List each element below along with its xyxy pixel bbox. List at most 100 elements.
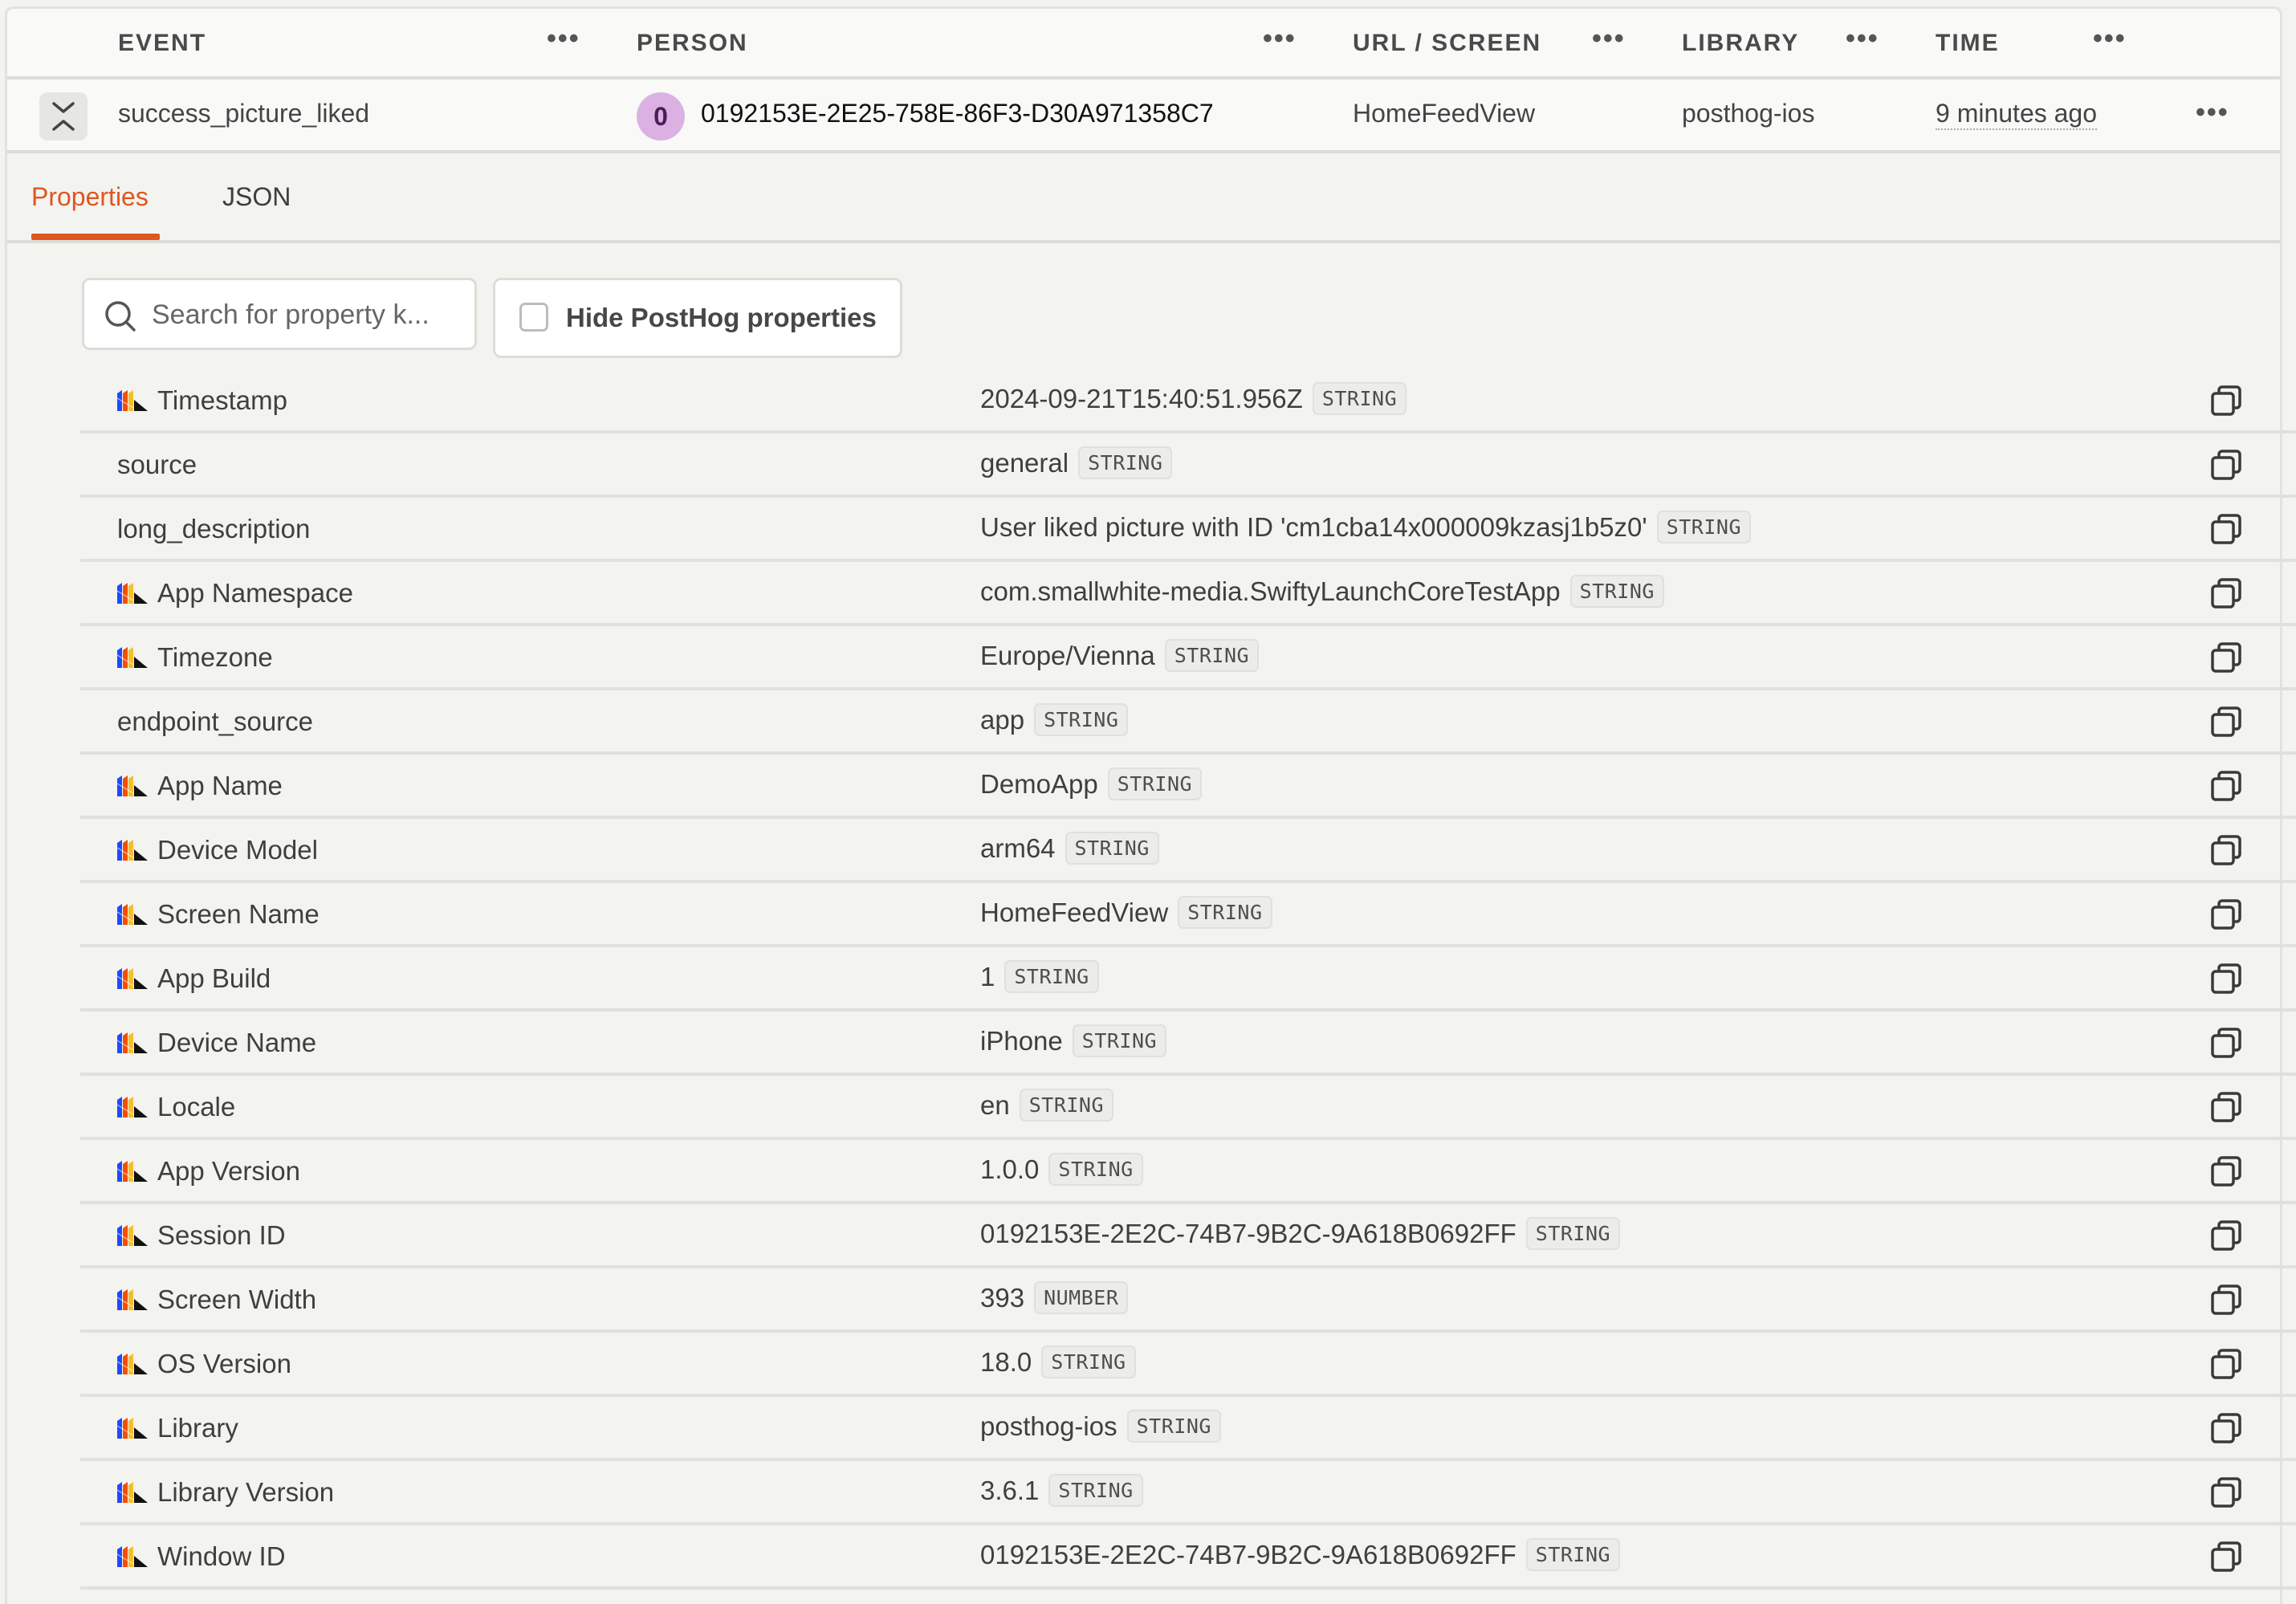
- copy-value-button[interactable]: [2209, 512, 2245, 548]
- property-value: 0192153E-2E2C-74B7-9B2C-9A618B0692FF STRI…: [980, 1217, 1621, 1250]
- row-actions-icon[interactable]: •••: [2196, 97, 2229, 128]
- copy-value-button[interactable]: [2209, 1476, 2245, 1511]
- property-key: App Build: [117, 963, 271, 994]
- property-row: App Namespace com.smallwhite-media.Swifty…: [80, 562, 2296, 626]
- column-menu-library-icon[interactable]: •••: [1846, 23, 1879, 55]
- property-value-text[interactable]: 18.0: [980, 1347, 1032, 1378]
- posthog-logo-icon: [117, 1032, 148, 1053]
- property-key: Library Version: [117, 1477, 334, 1508]
- property-type-badge: STRING: [1072, 1024, 1167, 1057]
- copy-value-button[interactable]: [2209, 769, 2245, 804]
- property-value-text[interactable]: posthog-ios: [980, 1411, 1117, 1442]
- copy-value-button[interactable]: [2209, 833, 2245, 869]
- property-value-text[interactable]: iPhone: [980, 1026, 1063, 1056]
- property-type-badge: STRING: [1078, 446, 1173, 479]
- property-key: Device Name: [117, 1028, 316, 1058]
- property-row: Device Name iPhone STRING: [80, 1012, 2296, 1076]
- hide-posthog-properties-toggle[interactable]: Hide PostHog properties: [493, 278, 902, 358]
- person-id-link[interactable]: 0192153E-2E25-758E-86F3-D30A971358C7: [701, 99, 1214, 128]
- copy-value-button[interactable]: [2209, 1090, 2245, 1126]
- copy-value-button[interactable]: [2209, 641, 2245, 676]
- property-value-text[interactable]: app: [980, 705, 1024, 735]
- property-key-label: App Name: [157, 771, 283, 800]
- property-type-badge: STRING: [1569, 575, 1664, 608]
- property-key-label: Timestamp: [157, 385, 287, 415]
- property-value-text[interactable]: Europe/Vienna: [980, 641, 1155, 671]
- property-key: Device Model: [117, 835, 318, 865]
- copy-value-button[interactable]: [2209, 1283, 2245, 1318]
- property-value-text[interactable]: 0192153E-2E2C-74B7-9B2C-9A618B0692FF: [980, 1540, 1516, 1570]
- property-key: Timezone: [117, 642, 273, 673]
- hide-posthog-label: Hide PostHog properties: [566, 303, 877, 332]
- property-type-badge: STRING: [1034, 703, 1129, 736]
- property-key: Window ID: [117, 1541, 286, 1572]
- property-value: 1 STRING: [980, 960, 1099, 993]
- posthog-logo-icon: [117, 1482, 148, 1503]
- property-type-badge: STRING: [1656, 511, 1752, 543]
- property-value-text[interactable]: 393: [980, 1283, 1024, 1313]
- column-header-url-screen[interactable]: URL / SCREEN: [1353, 30, 1541, 57]
- property-type-badge: STRING: [1525, 1538, 1621, 1571]
- property-value-text[interactable]: en: [980, 1090, 1010, 1121]
- copy-value-button[interactable]: [2209, 1154, 2245, 1190]
- search-input[interactable]: [150, 295, 471, 335]
- copy-value-button[interactable]: [2209, 962, 2245, 997]
- column-menu-time-icon[interactable]: •••: [2093, 23, 2127, 55]
- column-menu-url-screen-icon[interactable]: •••: [1592, 23, 1626, 55]
- copy-icon: [2211, 385, 2241, 416]
- column-menu-person-icon[interactable]: •••: [1263, 23, 1297, 55]
- person-avatar[interactable]: 0: [637, 92, 685, 140]
- property-value-text[interactable]: User liked picture with ID 'cm1cba14x000…: [980, 512, 1647, 543]
- property-key-label: Screen Name: [157, 899, 320, 929]
- copy-value-button[interactable]: [2209, 384, 2245, 419]
- property-value-text[interactable]: 2024-09-21T15:40:51.956Z: [980, 384, 1303, 414]
- property-search[interactable]: [82, 278, 477, 350]
- property-value-text[interactable]: 3.6.1: [980, 1476, 1039, 1506]
- property-key-label: App Build: [157, 963, 271, 993]
- property-value-text[interactable]: general: [980, 448, 1069, 478]
- property-value-text[interactable]: 1.0.0: [980, 1154, 1039, 1185]
- property-type-badge: STRING: [1048, 1474, 1143, 1507]
- copy-value-button[interactable]: [2209, 448, 2245, 483]
- copy-value-button[interactable]: [2209, 1540, 2245, 1575]
- property-key-label: Window ID: [157, 1541, 286, 1571]
- property-value-text[interactable]: arm64: [980, 833, 1056, 864]
- property-value-text[interactable]: 1: [980, 962, 995, 992]
- posthog-logo-icon: [117, 1418, 148, 1439]
- property-value: User liked picture with ID 'cm1cba14x000…: [980, 511, 1752, 543]
- property-row: source general STRING: [80, 434, 2296, 498]
- column-header-library[interactable]: LIBRARY: [1682, 30, 1799, 57]
- property-value-text[interactable]: 0192153E-2E2C-74B7-9B2C-9A618B0692FF: [980, 1219, 1516, 1249]
- copy-icon: [2211, 1220, 2241, 1251]
- collapse-row-button[interactable]: [39, 92, 88, 140]
- tab-properties[interactable]: Properties: [31, 182, 149, 212]
- property-type-badge: STRING: [1126, 1410, 1221, 1443]
- property-type-badge: STRING: [1178, 896, 1272, 929]
- collapse-chevrons-icon: [52, 102, 75, 131]
- property-value: 2024-09-21T15:40:51.956Z STRING: [980, 382, 1407, 415]
- copy-value-button[interactable]: [2209, 705, 2245, 740]
- property-key: App Version: [117, 1156, 300, 1187]
- property-type-badge: STRING: [1312, 382, 1407, 415]
- event-row[interactable]: success_picture_liked 0 0192153E-2E25-75…: [7, 79, 2280, 153]
- column-menu-event-icon[interactable]: •••: [547, 23, 580, 55]
- property-value: Europe/Vienna STRING: [980, 639, 1260, 672]
- column-header-event[interactable]: EVENT: [118, 30, 206, 57]
- property-value-text[interactable]: HomeFeedView: [980, 898, 1168, 928]
- copy-value-button[interactable]: [2209, 1026, 2245, 1061]
- event-time[interactable]: 9 minutes ago: [1936, 99, 2098, 130]
- tab-json[interactable]: JSON: [222, 182, 291, 212]
- column-header-person[interactable]: PERSON: [637, 30, 748, 57]
- copy-value-button[interactable]: [2209, 576, 2245, 612]
- copy-value-button[interactable]: [2209, 1347, 2245, 1382]
- hide-posthog-checkbox[interactable]: [519, 303, 548, 332]
- property-key-label: Device Model: [157, 835, 318, 865]
- copy-value-button[interactable]: [2209, 1411, 2245, 1447]
- copy-value-button[interactable]: [2209, 1219, 2245, 1254]
- table-header: EVENT ••• PERSON ••• URL / SCREEN ••• LI…: [7, 9, 2280, 79]
- column-header-time[interactable]: TIME: [1936, 30, 2000, 57]
- property-value-text[interactable]: DemoApp: [980, 769, 1098, 800]
- copy-icon: [2211, 1028, 2241, 1058]
- property-value-text[interactable]: com.smallwhite-media.SwiftyLaunchCoreTes…: [980, 576, 1561, 607]
- copy-value-button[interactable]: [2209, 898, 2245, 933]
